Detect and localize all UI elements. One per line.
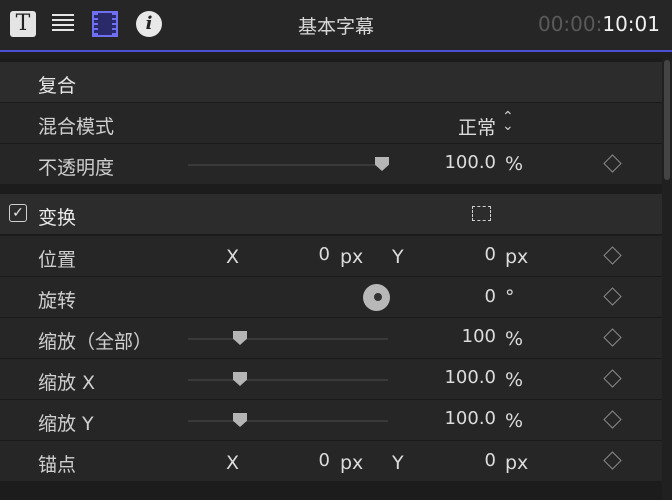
- anchor-row: 锚点 X 0 px Y 0 px: [0, 441, 662, 481]
- blend-mode-value[interactable]: 正常: [420, 113, 496, 140]
- keyframe-icon[interactable]: [603, 369, 622, 388]
- keyframe-icon[interactable]: [603, 451, 622, 470]
- transform-checkbox[interactable]: ✓: [9, 204, 27, 222]
- section-title-transform: 变换: [38, 207, 77, 229]
- scale-x-slider[interactable]: [188, 372, 388, 386]
- anchor-x-label: X: [226, 452, 240, 474]
- opacity-value[interactable]: 100.0: [400, 152, 496, 173]
- rotation-row: 旋转 0 °: [0, 277, 662, 317]
- scale-all-value[interactable]: 100: [400, 326, 496, 347]
- anchor-x-value[interactable]: 0: [280, 450, 330, 471]
- scrollbar-thumb[interactable]: [664, 60, 670, 180]
- anchor-y-unit: px: [505, 452, 529, 474]
- scale-y-slider[interactable]: [188, 413, 388, 427]
- scale-all-label: 缩放（全部）: [38, 331, 153, 353]
- scale-y-value[interactable]: 100.0: [400, 408, 496, 429]
- position-x-label: X: [226, 246, 240, 268]
- scrollbar[interactable]: [662, 58, 672, 500]
- opacity-unit: %: [505, 153, 524, 175]
- position-y-label: Y: [392, 246, 404, 268]
- opacity-slider-thumb[interactable]: [375, 157, 389, 171]
- scale-x-slider-thumb[interactable]: [233, 372, 247, 386]
- inspector-header: T i 基本字幕 00:00:10:01: [0, 0, 672, 52]
- scale-all-row: 缩放（全部） 100 %: [0, 318, 662, 358]
- keyframe-icon[interactable]: [603, 287, 622, 306]
- position-y-unit: px: [505, 246, 529, 268]
- anchor-label: 锚点: [38, 454, 77, 476]
- rotation-unit: °: [505, 286, 515, 308]
- position-x-value[interactable]: 0: [280, 244, 330, 265]
- scale-all-slider-thumb[interactable]: [233, 331, 247, 345]
- rotation-dial[interactable]: [363, 284, 390, 311]
- anchor-y-value[interactable]: 0: [446, 450, 496, 471]
- rotation-value[interactable]: 0: [446, 286, 496, 307]
- keyframe-icon[interactable]: [603, 410, 622, 429]
- opacity-label: 不透明度: [38, 157, 115, 179]
- position-y-value[interactable]: 0: [446, 244, 496, 265]
- blend-mode-row: 混合模式 正常 ⌃ ⌄: [0, 103, 662, 143]
- scale-y-slider-thumb[interactable]: [233, 413, 247, 427]
- scale-y-unit: %: [505, 410, 524, 432]
- rotation-label: 旋转: [38, 290, 77, 312]
- opacity-row: 不透明度 100.0 %: [0, 144, 662, 184]
- position-x-unit: px: [340, 246, 364, 268]
- lines-icon[interactable]: [52, 11, 78, 40]
- scale-x-label: 缩放 X: [38, 372, 96, 394]
- transform-section[interactable]: ✓ 变换: [0, 194, 662, 234]
- opacity-slider[interactable]: [188, 157, 389, 171]
- position-row: 位置 X 0 px Y 0 px: [0, 236, 662, 276]
- text-icon[interactable]: T: [10, 11, 36, 37]
- scale-y-label: 缩放 Y: [38, 413, 94, 435]
- scale-x-value[interactable]: 100.0: [400, 367, 496, 388]
- scale-x-unit: %: [505, 369, 524, 391]
- chevron-updown-icon[interactable]: ⌃ ⌄: [502, 110, 514, 133]
- timecode-dim: 00:00:: [537, 12, 603, 36]
- composite-section[interactable]: 复合: [0, 62, 662, 102]
- anchor-x-unit: px: [340, 452, 364, 474]
- timecode: 00:00:10:01: [538, 12, 660, 36]
- timecode-bright: 10:01: [602, 12, 660, 36]
- info-icon[interactable]: i: [136, 11, 162, 37]
- blend-mode-label: 混合模式: [38, 116, 115, 138]
- anchor-y-label: Y: [392, 452, 404, 474]
- position-label: 位置: [38, 249, 77, 271]
- keyframe-icon[interactable]: [603, 328, 622, 347]
- keyframe-icon[interactable]: [603, 246, 622, 265]
- scale-y-row: 缩放 Y 100.0 %: [0, 400, 662, 440]
- scale-x-row: 缩放 X 100.0 %: [0, 359, 662, 399]
- scale-all-unit: %: [505, 328, 524, 350]
- section-title-composite: 复合: [38, 75, 77, 97]
- keyframe-icon[interactable]: [603, 154, 622, 173]
- scale-all-slider[interactable]: [188, 331, 388, 345]
- film-icon[interactable]: [92, 11, 118, 37]
- transform-onscreen-icon[interactable]: [472, 206, 491, 221]
